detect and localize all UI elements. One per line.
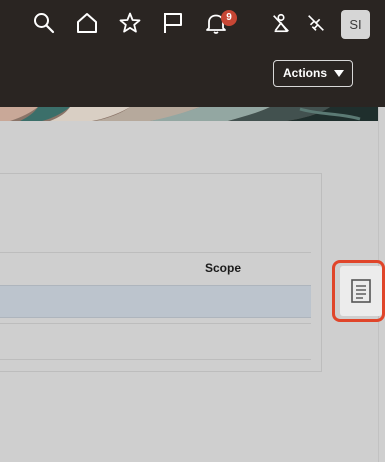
main-content: Scope [0, 121, 385, 462]
home-icon[interactable] [74, 10, 100, 36]
content-panel [0, 173, 322, 372]
chevron-down-icon [334, 70, 344, 77]
actions-label: Actions [283, 66, 328, 80]
search-icon[interactable] [31, 10, 57, 36]
page-header-bar: Actions [0, 46, 385, 107]
table-top-divider [0, 252, 311, 253]
banner-image [0, 107, 385, 121]
document-list-icon [351, 279, 371, 303]
document-panel-button[interactable] [340, 266, 382, 316]
table-row-divider [0, 323, 311, 324]
column-header-scope[interactable]: Scope [205, 261, 241, 275]
table-row-selected[interactable] [0, 285, 311, 318]
favorites-star-icon[interactable] [117, 10, 143, 36]
pinned-accessibility-icon[interactable] [268, 10, 294, 36]
user-avatar[interactable]: SI [341, 10, 370, 39]
global-header: 9 SI [0, 0, 385, 46]
table-bottom-divider [0, 359, 311, 360]
disconnected-icon[interactable] [303, 10, 329, 36]
flag-icon[interactable] [160, 10, 186, 36]
actions-menu-button[interactable]: Actions [273, 60, 353, 87]
notification-count-badge: 9 [221, 10, 237, 26]
